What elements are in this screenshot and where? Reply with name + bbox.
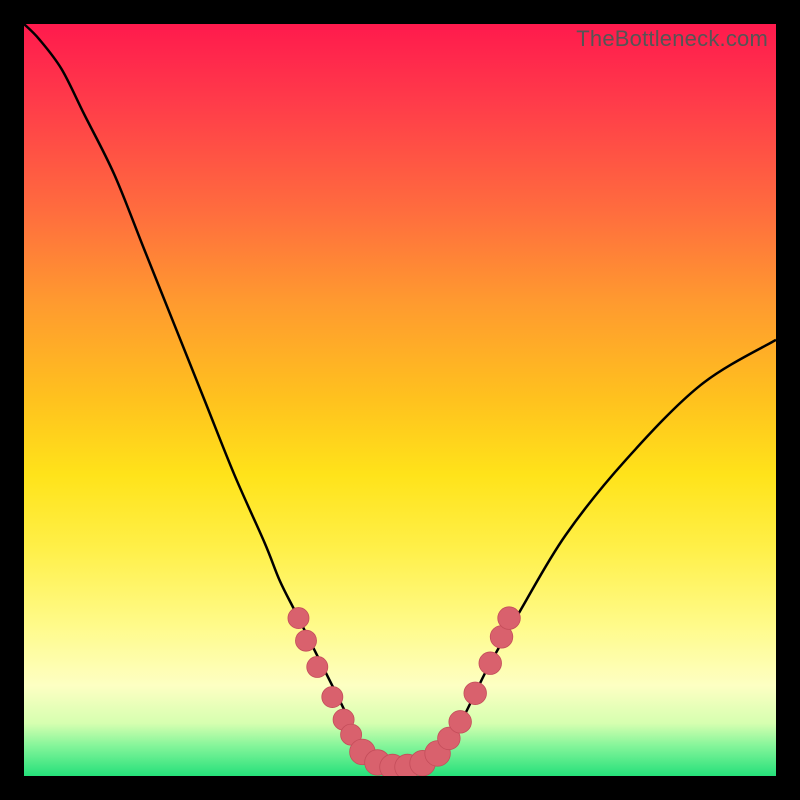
- curve-marker: [498, 607, 521, 630]
- curve-marker: [322, 687, 343, 708]
- curve-marker: [380, 754, 406, 776]
- curve-marker: [333, 709, 354, 730]
- chart-frame: TheBottleneck.com: [0, 0, 800, 800]
- curve-marker: [288, 608, 309, 629]
- curve-marker: [410, 750, 436, 776]
- curve-marker: [490, 626, 513, 649]
- chart-plot-area: TheBottleneck.com: [24, 24, 776, 776]
- curve-marker: [307, 656, 328, 677]
- curve-markers: [288, 607, 520, 776]
- curve-marker: [341, 724, 362, 745]
- curve-marker: [350, 739, 376, 765]
- curve-marker: [438, 727, 461, 750]
- curve-marker: [464, 682, 487, 705]
- curve-marker: [295, 630, 316, 651]
- watermark-text: TheBottleneck.com: [576, 26, 768, 52]
- bottleneck-curve-path: [24, 24, 776, 769]
- bottleneck-curve-svg: [24, 24, 776, 776]
- curve-marker: [395, 754, 421, 776]
- curve-marker: [425, 741, 451, 767]
- curve-marker: [365, 750, 391, 776]
- curve-marker: [479, 652, 502, 675]
- curve-marker: [449, 711, 472, 734]
